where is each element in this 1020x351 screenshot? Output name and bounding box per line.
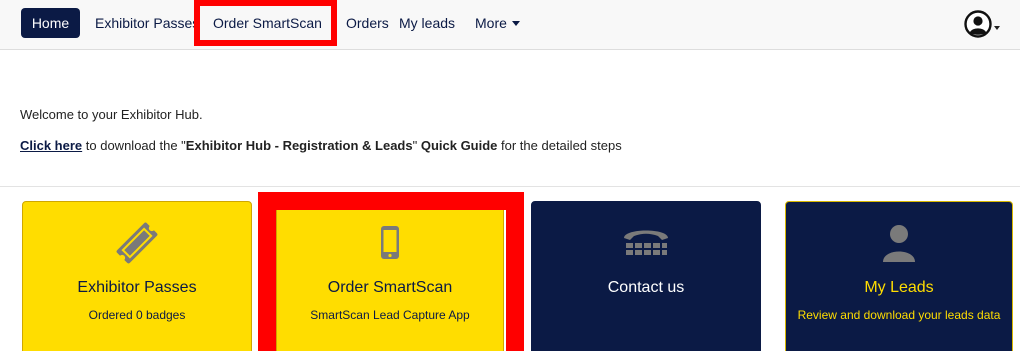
guide-name: Exhibitor Hub - Registration & Leads [185,138,413,153]
section-divider [0,186,1020,187]
nav-exhibitor-passes[interactable]: Exhibitor Passes [95,8,199,38]
telephone-icon [624,230,668,255]
user-menu[interactable] [964,10,1002,38]
card-subtitle: Ordered 0 badges [88,308,186,322]
card-subtitle: Review and download your leads data [797,308,1001,322]
card-order-smartscan[interactable]: Order SmartScan SmartScan Lead Capture A… [276,201,504,351]
person-icon [883,225,915,262]
card-title: Contact us [607,279,685,296]
card-exhibitor-passes[interactable]: Exhibitor Passes Ordered 0 badges [22,201,252,351]
nav-my-leads[interactable]: My leads [399,8,455,38]
user-circle-icon [964,10,992,38]
card-title: Order SmartScan [327,279,453,296]
chevron-down-icon [511,21,520,26]
nav-order-smartscan[interactable]: Order SmartScan [213,8,322,38]
top-navbar: Home Exhibitor Passes Order SmartScan Or… [0,0,1020,50]
nav-more-dropdown[interactable]: More [475,8,520,38]
card-my-leads[interactable]: My Leads Review and download your leads … [785,201,1013,351]
guide-line: Click here to download the "Exhibitor Hu… [20,138,622,153]
nav-more-label: More [475,15,507,31]
guide-text-end: for the detailed steps [497,138,622,153]
card-subtitle: SmartScan Lead Capture App [310,308,470,322]
guide-text-mid: " [412,138,421,153]
card-title: My Leads [864,279,934,296]
user-menu-caret-icon [994,26,1000,30]
guide-text-before: to download the " [82,138,186,153]
welcome-text: Welcome to your Exhibitor Hub. [20,107,203,122]
quick-guide-label: Quick Guide [420,138,498,153]
click-here-link[interactable]: Click here [20,138,82,153]
nav-home[interactable]: Home [21,8,80,38]
card-contact-us[interactable]: Contact us [531,201,761,351]
mobile-phone-icon [381,226,399,259]
card-title: Exhibitor Passes [77,279,197,296]
ticket-icon [116,222,158,264]
nav-orders[interactable]: Orders [346,8,389,38]
